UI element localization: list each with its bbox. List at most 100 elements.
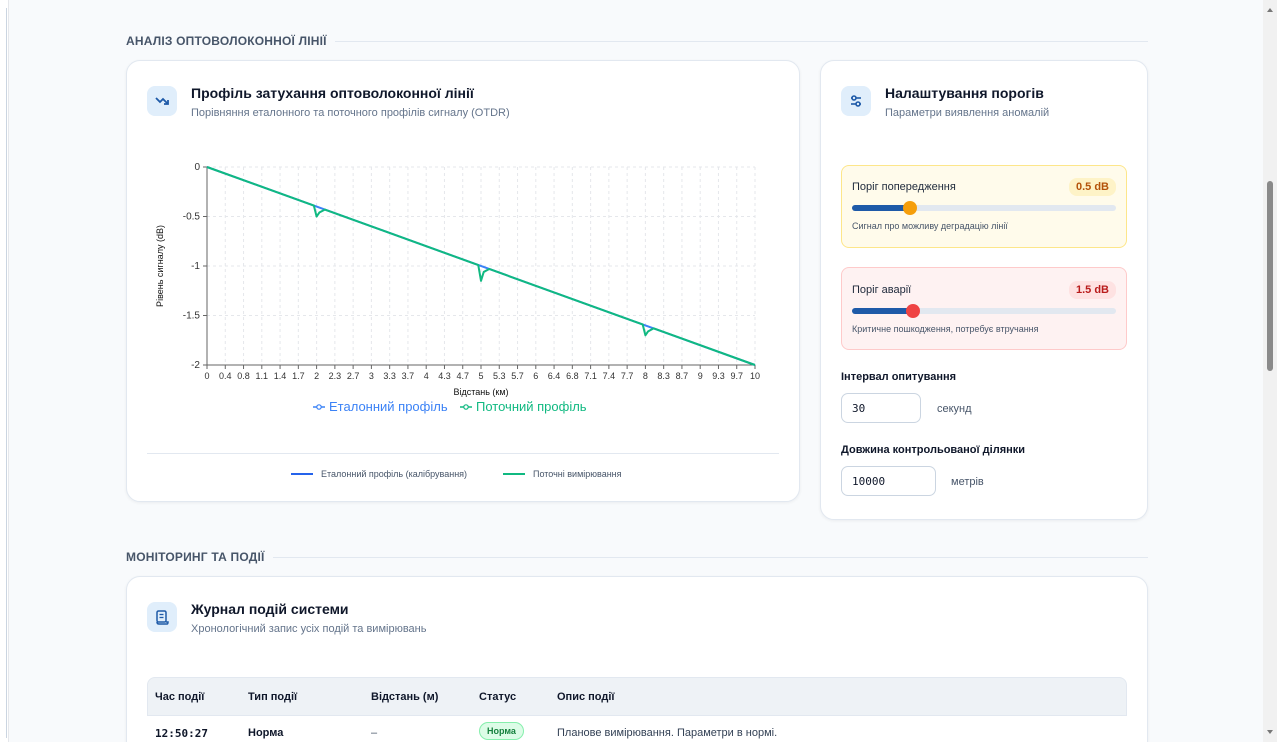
scroll-up-icon[interactable] — [1267, 8, 1273, 12]
warning-threshold-label: Поріг попередження — [852, 181, 956, 193]
polling-interval-unit: секунд — [937, 403, 972, 415]
x-tick-label: 9 — [698, 371, 703, 381]
event-log-title: Журнал подій системи — [191, 601, 349, 617]
legend-label-reference: Еталонний профіль (калібрування) — [321, 469, 468, 479]
section-title-analysis: АНАЛІЗ ОПТОВОЛОКОННОЇ ЛІНІЇ — [126, 34, 1148, 48]
section-divider — [334, 40, 1148, 42]
warning-threshold-panel: Поріг попередження 0.5 dB Сигнал про мож… — [841, 165, 1127, 248]
column-header-time[interactable]: Час події — [155, 691, 204, 703]
legend-item-current: Поточні вимірювання — [503, 469, 622, 479]
section-length-input[interactable]: 10000 — [841, 466, 936, 496]
y-tick-label: 0 — [194, 162, 200, 173]
x-tick-label: 9.3 — [712, 371, 725, 381]
thresholds-card-title: Налаштування порогів — [885, 85, 1044, 101]
y-tick-label: -1.5 — [183, 311, 201, 322]
profile-card-header: Профіль затухання оптоволоконної лінії П… — [147, 85, 510, 119]
section-title-monitoring-label: МОНІТОРИНГ ТА ПОДІЇ — [126, 550, 265, 564]
x-tick-label: 0.4 — [219, 371, 232, 381]
x-tick-label: 8.7 — [676, 371, 689, 381]
section-length-unit: метрів — [951, 476, 984, 488]
x-tick-label: 2.7 — [347, 371, 360, 381]
alarm-threshold-slider[interactable] — [852, 304, 1116, 318]
x-tick-label: 10 — [750, 371, 760, 381]
profile-card-subtitle: Порівняння еталонного та поточного профі… — [191, 107, 510, 119]
x-tick-label: 7.4 — [603, 371, 616, 381]
column-header-distance[interactable]: Відстань (м) — [371, 691, 438, 703]
window-left-edge — [0, 0, 9, 742]
x-tick-label: 4.7 — [456, 371, 469, 381]
alarm-slider-fill — [852, 308, 913, 314]
x-tick-label: 6.4 — [548, 371, 561, 381]
x-tick-label: 6.8 — [566, 371, 579, 381]
legend-item-reference: Еталонний профіль (калібрування) — [291, 469, 467, 479]
x-axis-label: Відстань (км) — [453, 387, 508, 397]
table-row-distance: – — [371, 727, 378, 739]
polling-interval-label: Інтервал опитування — [841, 371, 957, 383]
legend-marker-dot-1 — [463, 404, 469, 410]
x-tick-label: 6 — [533, 371, 538, 381]
legend-marker-dot-0 — [316, 404, 322, 410]
alarm-threshold-value-badge: 1.5 dB — [1068, 281, 1116, 299]
warning-slider-fill — [852, 205, 911, 211]
table-row-description: Планове вимірювання. Параметри в нормі. — [557, 727, 778, 739]
column-header-status[interactable]: Статус — [479, 691, 516, 703]
x-tick-label: 2.3 — [329, 371, 342, 381]
x-tick-label: 0 — [204, 371, 209, 381]
legend-label-series-1: Поточний профіль — [476, 399, 587, 414]
x-tick-label: 5 — [478, 371, 483, 381]
status-badge: Норма — [479, 722, 524, 740]
alarm-slider-handle[interactable] — [905, 304, 920, 318]
y-tick-label: -1 — [191, 261, 200, 272]
alarm-threshold-hint: Критичне пошкодження, потребує втручання — [852, 324, 1039, 334]
x-tick-label: 9.7 — [730, 371, 743, 381]
x-tick-label: 3 — [369, 371, 374, 381]
event-log-header: Журнал подій системи Хронологічний запис… — [147, 601, 426, 635]
y-axis-label: Рівень сигналу (dB) — [155, 225, 165, 307]
section-divider — [272, 556, 1148, 558]
chart-legend-divider — [147, 453, 779, 454]
x-tick-label: 1.7 — [292, 371, 305, 381]
x-tick-label: 5.3 — [493, 371, 506, 381]
column-header-description[interactable]: Опис події — [557, 691, 615, 703]
table-row-time: 12:50:27 — [155, 727, 208, 740]
legend-label-current: Поточні вимірювання — [533, 469, 622, 479]
x-tick-label: 8 — [643, 371, 648, 381]
x-tick-label: 3.3 — [383, 371, 396, 381]
thresholds-card-subtitle: Параметри виявлення аномалій — [885, 107, 1050, 119]
thresholds-card-header: Налаштування порогів Параметри виявлення… — [841, 85, 1049, 119]
x-tick-label: 7.7 — [621, 371, 634, 381]
x-tick-label: 3.7 — [402, 371, 415, 381]
warning-threshold-hint: Сигнал про можливу деградацію лінії — [852, 221, 1008, 231]
legend-swatch-reference — [291, 473, 313, 475]
sliders-icon — [841, 86, 871, 116]
trend-down-icon — [147, 86, 177, 116]
scroll-icon — [147, 602, 177, 632]
scrollbar-thumb[interactable] — [1267, 181, 1273, 371]
x-tick-label: 4.3 — [438, 371, 451, 381]
x-tick-label: 1.4 — [274, 371, 287, 381]
legend-swatch-current — [503, 473, 525, 475]
page-scrollbar[interactable] — [1263, 0, 1277, 742]
thresholds-card: Налаштування порогів Параметри виявлення… — [820, 60, 1148, 520]
legend-label-series-0: Еталонний профіль — [329, 399, 448, 414]
section-title-monitoring: МОНІТОРИНГ ТА ПОДІЇ — [126, 550, 1148, 564]
polling-interval-input[interactable]: 30 — [841, 393, 921, 423]
y-tick-label: -2 — [191, 360, 200, 371]
table-row-type: Норма — [248, 727, 284, 739]
warning-slider-handle[interactable] — [903, 201, 918, 215]
y-tick-label: -0.5 — [183, 212, 201, 223]
x-tick-label: 4 — [424, 371, 429, 381]
warning-threshold-slider[interactable] — [852, 201, 1116, 215]
profile-card-title: Профіль затухання оптоволоконної лінії — [191, 85, 474, 101]
attenuation-profile-card: Профіль затухання оптоволоконної лінії П… — [126, 60, 800, 502]
column-header-type[interactable]: Тип події — [248, 691, 297, 703]
scroll-down-icon[interactable] — [1267, 730, 1273, 734]
event-log-subtitle: Хронологічний запис усіх подій та вимірю… — [191, 623, 427, 635]
x-tick-label: 2 — [314, 371, 319, 381]
alarm-threshold-panel: Поріг аварії 1.5 dB Критичне пошкодження… — [841, 267, 1127, 350]
section-title-analysis-label: АНАЛІЗ ОПТОВОЛОКОННОЇ ЛІНІЇ — [126, 34, 327, 48]
warning-threshold-value-badge: 0.5 dB — [1068, 178, 1116, 196]
alarm-threshold-label: Поріг аварії — [852, 284, 912, 296]
x-tick-label: 1.1 — [256, 371, 269, 381]
x-tick-label: 8.3 — [657, 371, 670, 381]
